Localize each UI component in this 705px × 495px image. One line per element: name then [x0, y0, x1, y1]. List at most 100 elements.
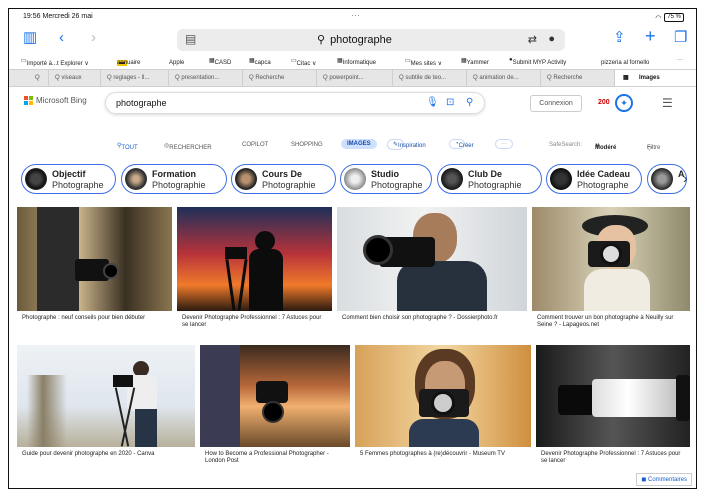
funnel-icon: ▽ [647, 146, 652, 152]
tab[interactable]: Q subtile de teo... [393, 70, 467, 86]
image-result[interactable]: Devenir Photographe Professionnel : 7 As… [536, 345, 690, 477]
chip-thumbnail [651, 168, 673, 190]
related-chip[interactable]: Club De Photographie [437, 164, 542, 194]
bookmark-item[interactable]: ▦ capca [249, 57, 271, 66]
tab[interactable]: Q Recherche [541, 70, 615, 86]
related-chip[interactable]: A [647, 164, 687, 194]
rewards-icon[interactable]: ✦ [615, 94, 633, 112]
search-icon[interactable]: ⚲ [466, 97, 473, 108]
microsoft-logo-icon [24, 96, 33, 105]
address-bar[interactable]: ▤ ⚲ photographe ⇄ ● [177, 29, 565, 51]
result-caption[interactable]: Devenir Photographe Professionnel : 7 As… [182, 315, 327, 329]
scope-copilot[interactable]: COPILOT [242, 142, 268, 148]
related-chip[interactable]: Formation Photographie [121, 164, 227, 194]
image-result[interactable]: Comment trouver un bon photographe à Neu… [532, 207, 690, 339]
tab[interactable]: Q powerpoint... [317, 70, 393, 86]
more-options-button[interactable]: ··· [495, 139, 513, 149]
feedback-button[interactable]: ◼ Commentaires [636, 473, 692, 486]
result-image[interactable] [536, 345, 690, 447]
chip-thumbnail [344, 168, 366, 190]
share-icon[interactable]: ⇪ [613, 30, 626, 46]
chip-thumbnail [125, 168, 147, 190]
result-image[interactable] [177, 207, 332, 311]
image-result[interactable]: 5 Femmes photographes à (re)découvrir - … [355, 345, 531, 477]
tab-images-active[interactable]: ▦ Images [615, 70, 696, 86]
result-caption[interactable]: Guide pour devenir photographe en 2020 -… [22, 451, 192, 458]
bookmark-item[interactable]: ▦ Informatique [337, 57, 376, 66]
inspiration-button[interactable]: ✎ Inspiration [387, 139, 426, 150]
related-chip[interactable]: Cours De Photographie [231, 164, 336, 194]
wifi-icon: ◠ [655, 14, 662, 22]
bookmark-item[interactable]: ▭ Mes sites ∨ [405, 57, 442, 67]
bing-search-box[interactable]: photographe 🎙 ⊡ ⚲ [105, 92, 485, 114]
image-result[interactable]: How to Become a Professional Photographe… [200, 345, 350, 477]
result-caption[interactable]: 5 Femmes photographes à (re)découvrir - … [360, 451, 528, 458]
hamburger-menu-icon[interactable]: ☰ [662, 96, 673, 110]
bookmarks-bar: ▭ Importé à...t Explorer ∨ ▬ annuaire Ap… [21, 57, 683, 67]
image-result[interactable]: Comment bien choisir son photographe ? -… [337, 207, 527, 339]
related-chip[interactable]: Studio Photographe [340, 164, 432, 194]
creer-button[interactable]: ◔ Créer [449, 139, 474, 149]
scope-shopping[interactable]: SHOPPING [291, 142, 323, 148]
tab[interactable]: Q presentation... [169, 70, 243, 86]
image-result[interactable]: Devenir Photographe Professionnel : 7 As… [177, 207, 332, 339]
new-tab-icon[interactable]: + [645, 27, 656, 45]
result-image[interactable] [337, 207, 527, 311]
translate-icon[interactable]: ⇄ [528, 33, 537, 46]
chevron-right-icon[interactable]: › [683, 170, 688, 186]
forward-icon[interactable]: › [91, 30, 96, 46]
tab[interactable]: Q Recherche [243, 70, 317, 86]
browser-frame: 19:56 Mercredi 26 mai ··· ◠ 75 % ▥ ‹ › ▤… [8, 8, 697, 489]
result-image[interactable] [17, 207, 172, 311]
visual-search-icon[interactable]: ⊡ [446, 97, 454, 108]
bookmarks-overflow[interactable]: ··· [677, 57, 683, 63]
result-caption[interactable]: Photographe : neuf conseils pour bien dé… [22, 315, 167, 322]
tab[interactable]: Q [29, 70, 49, 86]
tab[interactable]: Q animation de... [467, 70, 541, 86]
back-icon[interactable]: ‹ [59, 30, 64, 46]
multitask-dots[interactable]: ··· [351, 10, 360, 20]
tabs-overview-icon[interactable]: ❐ [674, 30, 687, 46]
related-chip[interactable]: Idée Cadeau Photographe [546, 164, 642, 194]
image-result[interactable]: Photographe : neuf conseils pour bien dé… [17, 207, 172, 339]
safari-toolbar: ▥ ‹ › ▤ ⚲ photographe ⇄ ● ⇪ + ❐ [9, 26, 696, 52]
bing-logo[interactable]: Microsoft Bing [24, 96, 87, 105]
result-caption[interactable]: Comment bien choisir son photographe ? -… [342, 315, 522, 322]
bookmark-item[interactable]: ▭ Citac ∨ [291, 57, 316, 67]
result-image[interactable] [200, 345, 350, 447]
scope-images[interactable]: IMAGES [341, 139, 377, 149]
result-caption[interactable]: Comment trouver un bon photographe à Neu… [537, 315, 687, 329]
page-menu-icon[interactable]: ▤ [185, 32, 196, 46]
sidebar-icon[interactable]: ▥ [23, 30, 37, 46]
tab[interactable]: Q viseaux [49, 70, 101, 86]
bookmark-item[interactable]: ● Submit MYP Activity [509, 57, 566, 66]
tab-grid-icon: ▦ [623, 75, 629, 81]
bookmark-item[interactable]: ▭ Importé à...t Explorer ∨ [21, 57, 89, 67]
chip-thumbnail [235, 168, 257, 190]
safesearch-dropdown[interactable]: Modéré ∨ [595, 142, 616, 151]
address-text: photographe [330, 33, 392, 46]
connexion-button[interactable]: Connexion [530, 95, 582, 112]
tab[interactable]: Q reglages - ll... [101, 70, 169, 86]
scope-rechercher[interactable]: ◎ RECHERCHER [164, 142, 212, 151]
battery-icon: 75 % [664, 13, 684, 22]
microphone-icon[interactable]: 🎙 [426, 97, 439, 108]
scope-tout[interactable]: ⚲ TOUT [117, 142, 138, 151]
result-caption[interactable]: Devenir Photographe Professionnel : 7 As… [541, 451, 687, 465]
bookmark-item[interactable]: ▦ Yammer [461, 57, 489, 66]
result-caption[interactable]: How to Become a Professional Photographe… [205, 451, 347, 465]
status-bar: 19:56 Mercredi 26 mai ··· ◠ 75 % [9, 9, 696, 25]
result-image[interactable] [532, 207, 690, 311]
image-result[interactable]: Guide pour devenir photographe en 2020 -… [17, 345, 195, 477]
related-searches-row: Objectif Photographe Formation Photograp… [9, 164, 696, 198]
related-chip[interactable]: Objectif Photographe [21, 164, 116, 194]
result-image[interactable] [355, 345, 531, 447]
bookmark-item[interactable]: ▦ CASD [209, 57, 231, 66]
bing-header: Microsoft Bing photographe 🎙 ⊡ ⚲ Connexi… [9, 88, 696, 138]
search-query[interactable]: photographe [116, 98, 167, 108]
result-image[interactable] [17, 345, 195, 447]
microphone-icon[interactable]: ● [548, 33, 555, 45]
safesearch-label: SafeSearch: [549, 142, 583, 148]
chip-thumbnail [441, 168, 463, 190]
status-time: 19:56 Mercredi 26 mai [23, 13, 93, 20]
